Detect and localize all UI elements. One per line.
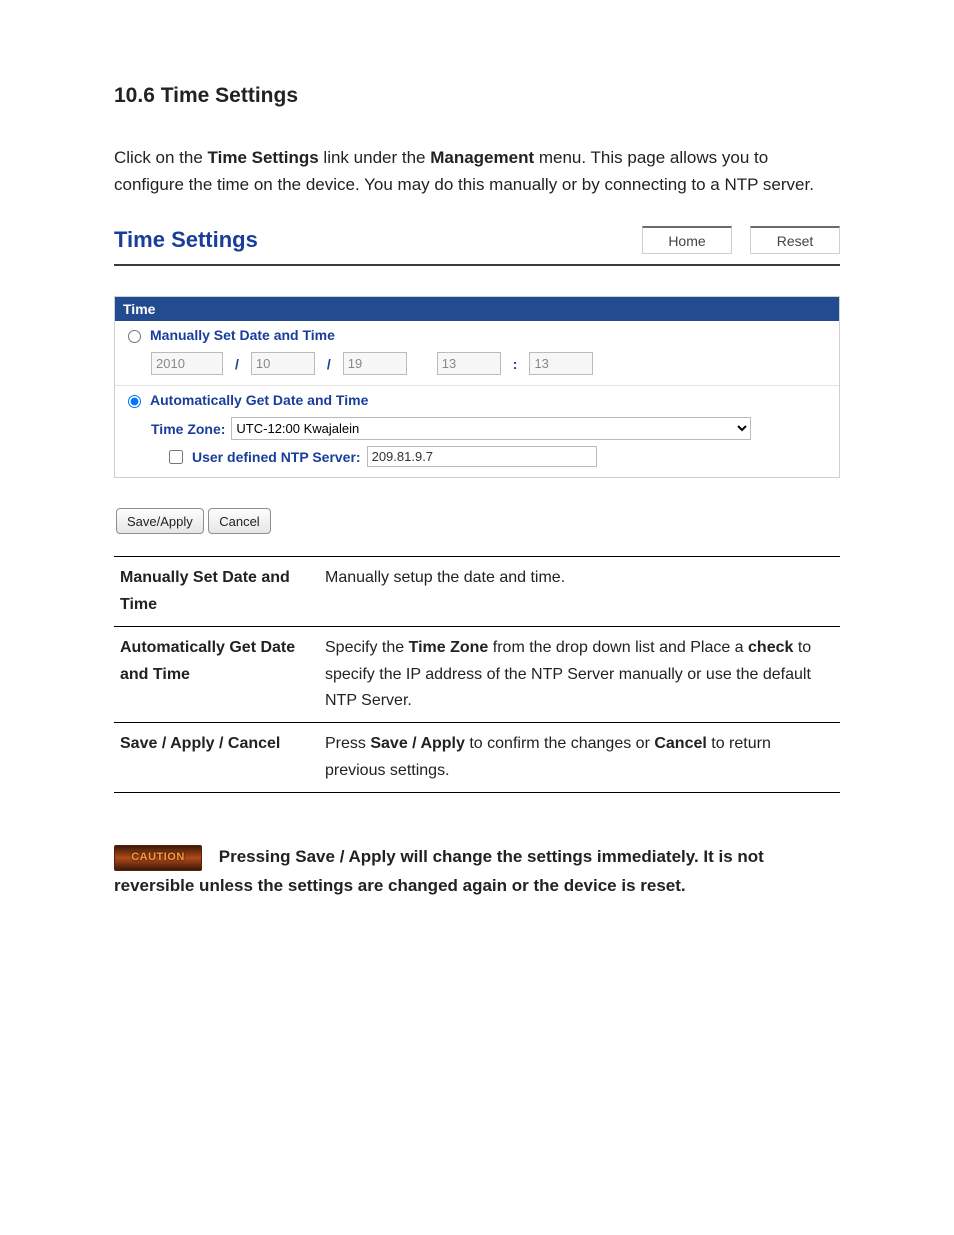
manual-label-text: Manually Set Date and Time bbox=[150, 327, 335, 343]
auto-label-text: Automatically Get Date and Time bbox=[150, 392, 368, 408]
intro-bold-management: Management bbox=[430, 148, 534, 167]
table-row: Save / Apply / Cancel Press Save / Apply… bbox=[114, 723, 840, 793]
intro-text-1: Click on the bbox=[114, 148, 208, 167]
desc-label-auto: Automatically Get Date and Time bbox=[114, 627, 319, 723]
panel-nav: Home Reset bbox=[642, 226, 840, 254]
time-box-header: Time bbox=[115, 297, 839, 321]
intro-text-2: link under the bbox=[319, 148, 431, 167]
month-input[interactable] bbox=[251, 352, 315, 375]
doc-heading: 10.6 Time Settings bbox=[114, 84, 840, 108]
time-box: Time Manually Set Date and Time / / : bbox=[114, 296, 840, 478]
desc-label-manual: Manually Set Date and Time bbox=[114, 557, 319, 627]
panel-header: Time Settings Home Reset bbox=[114, 220, 840, 266]
sep-slash-1: / bbox=[229, 356, 245, 372]
table-row: Manually Set Date and Time Manually setu… bbox=[114, 557, 840, 627]
desc3-b1: Save / Apply bbox=[370, 735, 465, 752]
save-apply-button[interactable]: Save/Apply bbox=[116, 508, 204, 534]
manual-row: Manually Set Date and Time / / : bbox=[115, 321, 839, 386]
ntp-label: User defined NTP Server: bbox=[192, 449, 361, 465]
desc3-mid: to confirm the changes or bbox=[465, 735, 654, 752]
year-input[interactable] bbox=[151, 352, 223, 375]
sep-colon: : bbox=[507, 356, 524, 372]
desc2-b2: check bbox=[748, 639, 793, 656]
caution-text: Pressing Save / Apply will change the se… bbox=[114, 847, 764, 895]
desc2-b1: Time Zone bbox=[409, 639, 489, 656]
timezone-row: Time Zone: UTC-12:00 Kwajalein bbox=[151, 417, 831, 440]
intro-bold-time-settings: Time Settings bbox=[208, 148, 319, 167]
time-settings-panel: Time Settings Home Reset Time Manually S… bbox=[114, 220, 840, 534]
manual-radio[interactable] bbox=[128, 330, 141, 343]
panel-title: Time Settings bbox=[114, 227, 258, 253]
day-input[interactable] bbox=[343, 352, 407, 375]
auto-radio[interactable] bbox=[128, 395, 141, 408]
time-actions: Save/Apply Cancel bbox=[114, 478, 840, 534]
doc-intro: Click on the Time Settings link under th… bbox=[114, 144, 840, 198]
hour-input[interactable] bbox=[437, 352, 501, 375]
timezone-select[interactable]: UTC-12:00 Kwajalein bbox=[231, 417, 751, 440]
desc2-mid: from the drop down list and Place a bbox=[488, 639, 748, 656]
cancel-button[interactable]: Cancel bbox=[208, 508, 270, 534]
minute-input[interactable] bbox=[529, 352, 593, 375]
timezone-label: Time Zone: bbox=[151, 421, 225, 437]
caution-badge: CAUTION bbox=[114, 845, 202, 871]
auto-radio-label[interactable]: Automatically Get Date and Time bbox=[123, 392, 368, 408]
manual-radio-label[interactable]: Manually Set Date and Time bbox=[123, 327, 335, 343]
sep-slash-2: / bbox=[321, 356, 337, 372]
ntp-row: User defined NTP Server: bbox=[165, 446, 831, 467]
reset-button[interactable]: Reset bbox=[750, 226, 840, 254]
desc-text-manual: Manually setup the date and time. bbox=[319, 557, 840, 627]
auto-row: Automatically Get Date and Time Time Zon… bbox=[115, 386, 839, 477]
desc3-b2: Cancel bbox=[654, 735, 706, 752]
caution-block: CAUTION Pressing Save / Apply will chang… bbox=[114, 843, 840, 901]
desc3-pre: Press bbox=[325, 735, 370, 752]
desc-label-save: Save / Apply / Cancel bbox=[114, 723, 319, 793]
manual-date-inputs: / / : bbox=[151, 352, 831, 375]
home-button[interactable]: Home bbox=[642, 226, 732, 254]
ntp-server-input[interactable] bbox=[367, 446, 597, 467]
desc-text-auto: Specify the Time Zone from the drop down… bbox=[319, 627, 840, 723]
description-table: Manually Set Date and Time Manually setu… bbox=[114, 556, 840, 793]
desc2-pre: Specify the bbox=[325, 639, 409, 656]
desc-text-save: Press Save / Apply to confirm the change… bbox=[319, 723, 840, 793]
table-row: Automatically Get Date and Time Specify … bbox=[114, 627, 840, 723]
ntp-checkbox[interactable] bbox=[169, 450, 183, 464]
